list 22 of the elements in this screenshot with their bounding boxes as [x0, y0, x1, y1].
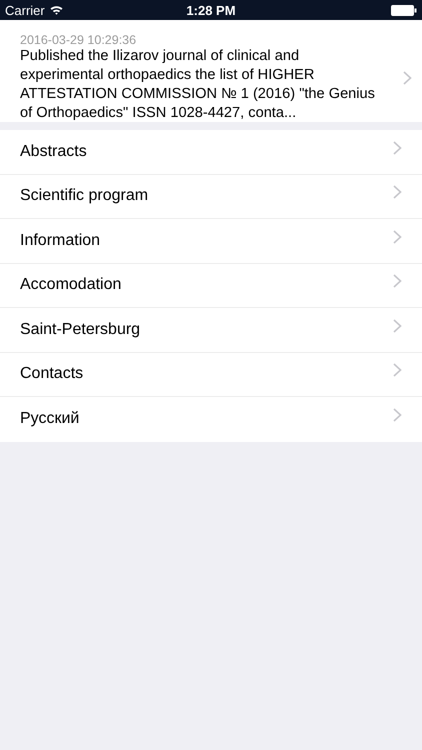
chevron-icon: [393, 408, 402, 422]
chevron-icon: [393, 274, 402, 288]
chevron-icon: [393, 140, 402, 155]
news-cell[interactable]: 2016-03-29 10:29:36 Published the Ilizarov journal of clinical and experimental orthopaedics the list of HIGHER ATTESTATION COMMISSION № 1 (2016) "the Genius of Orthopaedics" ISSN 1028-4427, conta...: [0, 20, 422, 122]
menu-item[interactable]: Abstracts: [0, 130, 422, 174]
chevron-icon: [393, 230, 402, 244]
menu-item[interactable]: Saint-Petersburg: [0, 308, 422, 352]
chevron-icon: [393, 318, 402, 333]
chevron-icon: [393, 363, 402, 378]
menu-item[interactable]: Русский: [0, 397, 422, 442]
wifi-icon: [50, 5, 63, 15]
news-date: 2016-03-29 10:29:36: [20, 32, 138, 46]
carrier-label: Carrier: [5, 2, 45, 18]
chevron-icon: [393, 185, 402, 200]
status-time: 1:28 PM: [185, 2, 237, 18]
news-text: Published the Ilizarov journal of clinical and experimental orthopaedics the list of HIGHER ATTESTATION COMMISSION № 1 (2016) "the Genius of Orthopaedics" ISSN 1028-4427, conta...: [20, 46, 376, 122]
menu-item[interactable]: Contacts: [0, 352, 422, 397]
menu-item[interactable]: Accomodation: [0, 264, 422, 308]
menu-item[interactable]: Information: [0, 219, 422, 264]
menu-item[interactable]: Scientific program: [0, 174, 422, 219]
chevron-icon: [403, 70, 412, 84]
battery-icon: [391, 4, 417, 16]
